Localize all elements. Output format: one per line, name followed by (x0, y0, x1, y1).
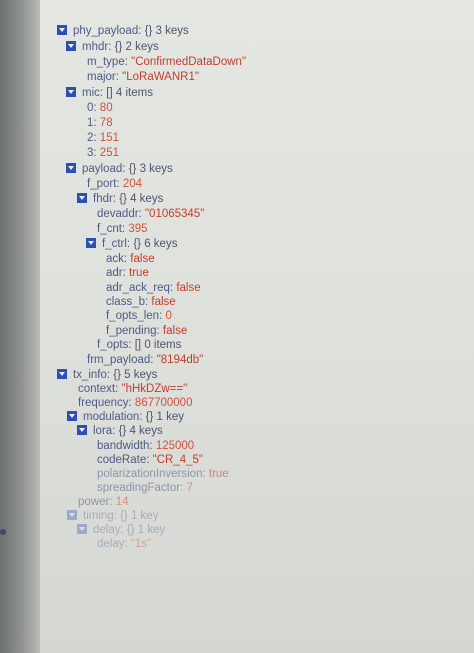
node-timing[interactable]: timing: {} 1 key (67, 509, 158, 523)
node-phy-payload[interactable]: phy_payload: {} 3 keys (57, 24, 189, 38)
node-delay[interactable]: delay: {} 1 key (77, 523, 165, 537)
node-f-ctrl[interactable]: f_ctrl: {} 6 keys (86, 237, 177, 251)
node-modulation[interactable]: modulation: {} 1 key (67, 410, 184, 424)
field-f-cnt: f_cnt: 395 (97, 223, 148, 235)
field-bandwidth: bandwidth: 125000 (97, 440, 195, 452)
mic-item: 1: 78 (87, 117, 113, 129)
node-tx-info[interactable]: tx_info: {} 5 keys (57, 368, 157, 382)
node-mic[interactable]: mic: [] 4 items (66, 86, 153, 100)
field-f-port: f_port: 204 (87, 178, 142, 190)
collapse-icon[interactable] (77, 193, 87, 203)
field-devaddr: devaddr: "01065345" (97, 208, 205, 220)
field-power: power: 14 (78, 496, 129, 508)
collapse-icon[interactable] (66, 87, 76, 97)
field-frm-payload: frm_payload: "8194db" (87, 354, 204, 366)
field-code-rate: codeRate: "CR_4_5" (97, 454, 203, 466)
json-viewer: phy_payload: {} 3 keys mhdr: {} 2 keys m… (40, 0, 474, 653)
mic-item: 2: 151 (87, 132, 119, 144)
collapse-icon[interactable] (67, 510, 77, 520)
field-adr: adr: true (106, 267, 149, 279)
field-delay-value: delay: "1s" (97, 538, 152, 550)
collapse-icon[interactable] (66, 163, 76, 173)
field-f-opts: f_opts: [] 0 items (97, 339, 182, 351)
collapse-icon[interactable] (66, 41, 76, 51)
collapse-icon[interactable] (77, 524, 87, 534)
field-context: context: "hHkDZw==" (78, 383, 188, 395)
field-frequency: frequency: 867700000 (78, 397, 193, 409)
field-f-pending: f_pending: false (106, 325, 188, 337)
field-major: major: "LoRaWANR1" (87, 71, 199, 83)
mic-item: 0: 80 (87, 102, 113, 114)
field-m-type: m_type: "ConfirmedDataDown" (87, 56, 247, 68)
field-spreading-factor: spreadingFactor: 7 (97, 482, 193, 494)
collapse-icon[interactable] (86, 238, 96, 248)
collapse-icon[interactable] (57, 369, 67, 379)
node-fhdr[interactable]: fhdr: {} 4 keys (77, 192, 163, 206)
monitor-bezel (0, 0, 40, 653)
collapse-icon[interactable] (67, 411, 77, 421)
field-adr-ack-req: adr_ack_req: false (106, 282, 201, 294)
field-ack: ack: false (106, 253, 155, 265)
node-mhdr[interactable]: mhdr: {} 2 keys (66, 40, 159, 54)
bezel-dot (0, 529, 6, 535)
field-class-b: class_b: false (106, 296, 176, 308)
collapse-icon[interactable] (77, 425, 87, 435)
node-payload[interactable]: payload: {} 3 keys (66, 162, 173, 176)
collapse-icon[interactable] (57, 25, 67, 35)
field-f-opts-len: f_opts_len: 0 (106, 310, 172, 322)
field-polarization-inversion: polarizationInversion: true (97, 468, 229, 480)
mic-item: 3: 251 (87, 147, 119, 159)
node-lora[interactable]: lora: {} 4 keys (77, 424, 163, 438)
